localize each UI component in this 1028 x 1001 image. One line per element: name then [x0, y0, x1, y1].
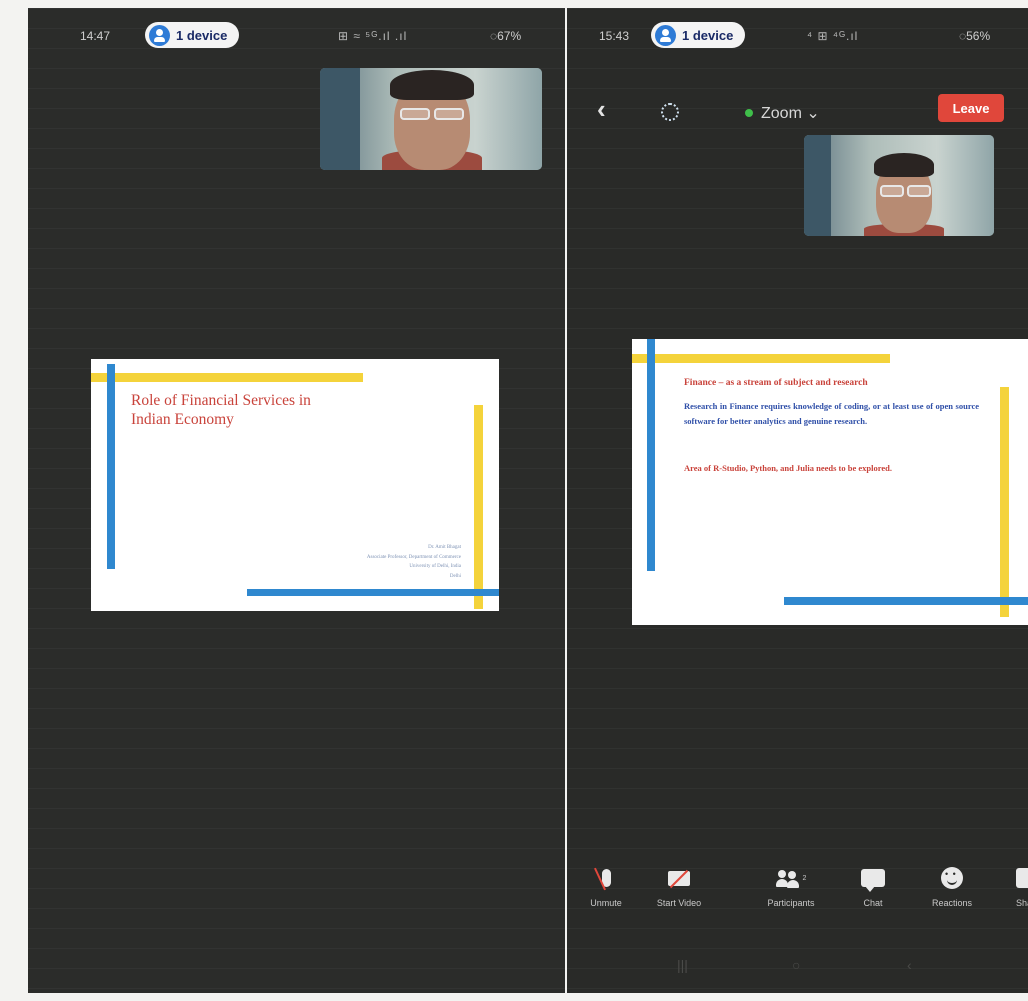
muted-mic-icon — [601, 869, 611, 887]
chevron-down-icon: ⌄ — [806, 105, 820, 122]
chat-button[interactable]: Chat — [845, 863, 901, 908]
device-pill-label: 1 device — [176, 27, 228, 43]
slide-decor-bar — [247, 589, 499, 596]
participants-icon — [775, 868, 802, 888]
shared-slide: Role of Financial Services in Indian Eco… — [91, 359, 499, 611]
device-pill[interactable]: 1 device — [651, 22, 746, 48]
device-user-icon — [149, 24, 170, 46]
start-video-button[interactable]: Start Video — [647, 863, 711, 908]
slide-decor-bar — [784, 597, 1028, 605]
self-video-thumbnail[interactable] — [320, 68, 542, 170]
toolbar-label: Start Video — [656, 898, 702, 908]
status-bar: 14:47 1 device ⊞ ≈ ⁵ᴳ.ıl .ıl ◌67% — [28, 8, 565, 60]
toolbar-label: Reactions — [931, 898, 973, 908]
system-nav-bar: ||| ○ ‹ — [567, 957, 1028, 979]
shared-slide: Finance – as a stream of subject and res… — [632, 339, 1028, 625]
back-icon[interactable]: ‹ — [597, 94, 606, 125]
right-phone-screen: 15:43 1 device ⁴ ⊞ ⁴ᴳ.ıl ◌56% ‹ Zoom ⌄ L… — [567, 8, 1028, 993]
status-bar: 15:43 1 device ⁴ ⊞ ⁴ᴳ.ıl ◌56% — [567, 8, 1028, 60]
participants-count: 2 — [802, 874, 807, 882]
left-phone-screen: 14:47 1 device ⊞ ≈ ⁵ᴳ.ıl .ıl ◌67% Role o… — [28, 8, 565, 993]
status-time: 15:43 — [599, 29, 630, 43]
slide-decor-bar — [647, 339, 655, 571]
device-pill-label: 1 device — [682, 27, 734, 43]
toolbar-label: Share — [1016, 898, 1028, 908]
slide-heading: Finance – as a stream of subject and res… — [684, 378, 868, 388]
reactions-button[interactable]: Reactions — [917, 863, 987, 908]
slide-author-block: Dr. Amit Bhagat Associate Professor, Dep… — [366, 545, 461, 579]
back-nav-icon[interactable]: ‹ — [907, 957, 912, 973]
video-off-icon — [668, 870, 690, 886]
meeting-title[interactable]: Zoom ⌄ — [745, 103, 820, 123]
slide-decor-bar — [632, 354, 890, 363]
slide-title: Role of Financial Services in Indian Eco… — [131, 392, 311, 429]
slide-paragraph: Area of R-Studio, Python, and Julia need… — [684, 463, 892, 473]
recents-icon[interactable]: ||| — [677, 957, 688, 973]
slide-decor-bar — [91, 373, 363, 382]
battery-indicator: ◌67% — [490, 29, 522, 43]
battery-indicator: ◌56% — [959, 29, 991, 43]
device-pill[interactable]: 1 device — [145, 22, 240, 48]
chat-icon — [861, 869, 885, 892]
toolbar-label: Participants — [767, 898, 815, 908]
slide-decor-bar — [1000, 387, 1009, 617]
unmute-button[interactable]: Unmute — [577, 863, 635, 908]
participants-button[interactable]: 2 Participants — [749, 863, 833, 908]
device-user-icon — [655, 24, 676, 46]
meeting-top-bar: ‹ Zoom ⌄ Leave — [567, 88, 1028, 128]
slide-decor-bar — [107, 364, 115, 569]
signal-icons: ⊞ ≈ ⁵ᴳ.ıl .ıl — [338, 29, 408, 43]
switch-camera-icon[interactable] — [661, 103, 679, 121]
toolbar-label: Chat — [863, 898, 883, 908]
share-icon — [1016, 868, 1028, 888]
share-button[interactable]: Share — [1016, 863, 1028, 908]
security-shield-icon — [745, 109, 753, 117]
home-icon[interactable]: ○ — [792, 957, 800, 973]
meeting-toolbar: Unmute Start Video 2 Participants Chat •… — [567, 863, 1028, 933]
slide-decor-bar — [474, 405, 483, 609]
slide-paragraph: Research in Finance requires knowledge o… — [684, 401, 979, 426]
status-time: 14:47 — [80, 29, 111, 43]
toolbar-label: Unmute — [590, 898, 622, 908]
signal-icons: ⁴ ⊞ ⁴ᴳ.ıl — [807, 29, 859, 43]
reactions-icon — [941, 867, 963, 889]
self-video-thumbnail[interactable] — [804, 135, 994, 236]
leave-button[interactable]: Leave — [938, 94, 1004, 122]
